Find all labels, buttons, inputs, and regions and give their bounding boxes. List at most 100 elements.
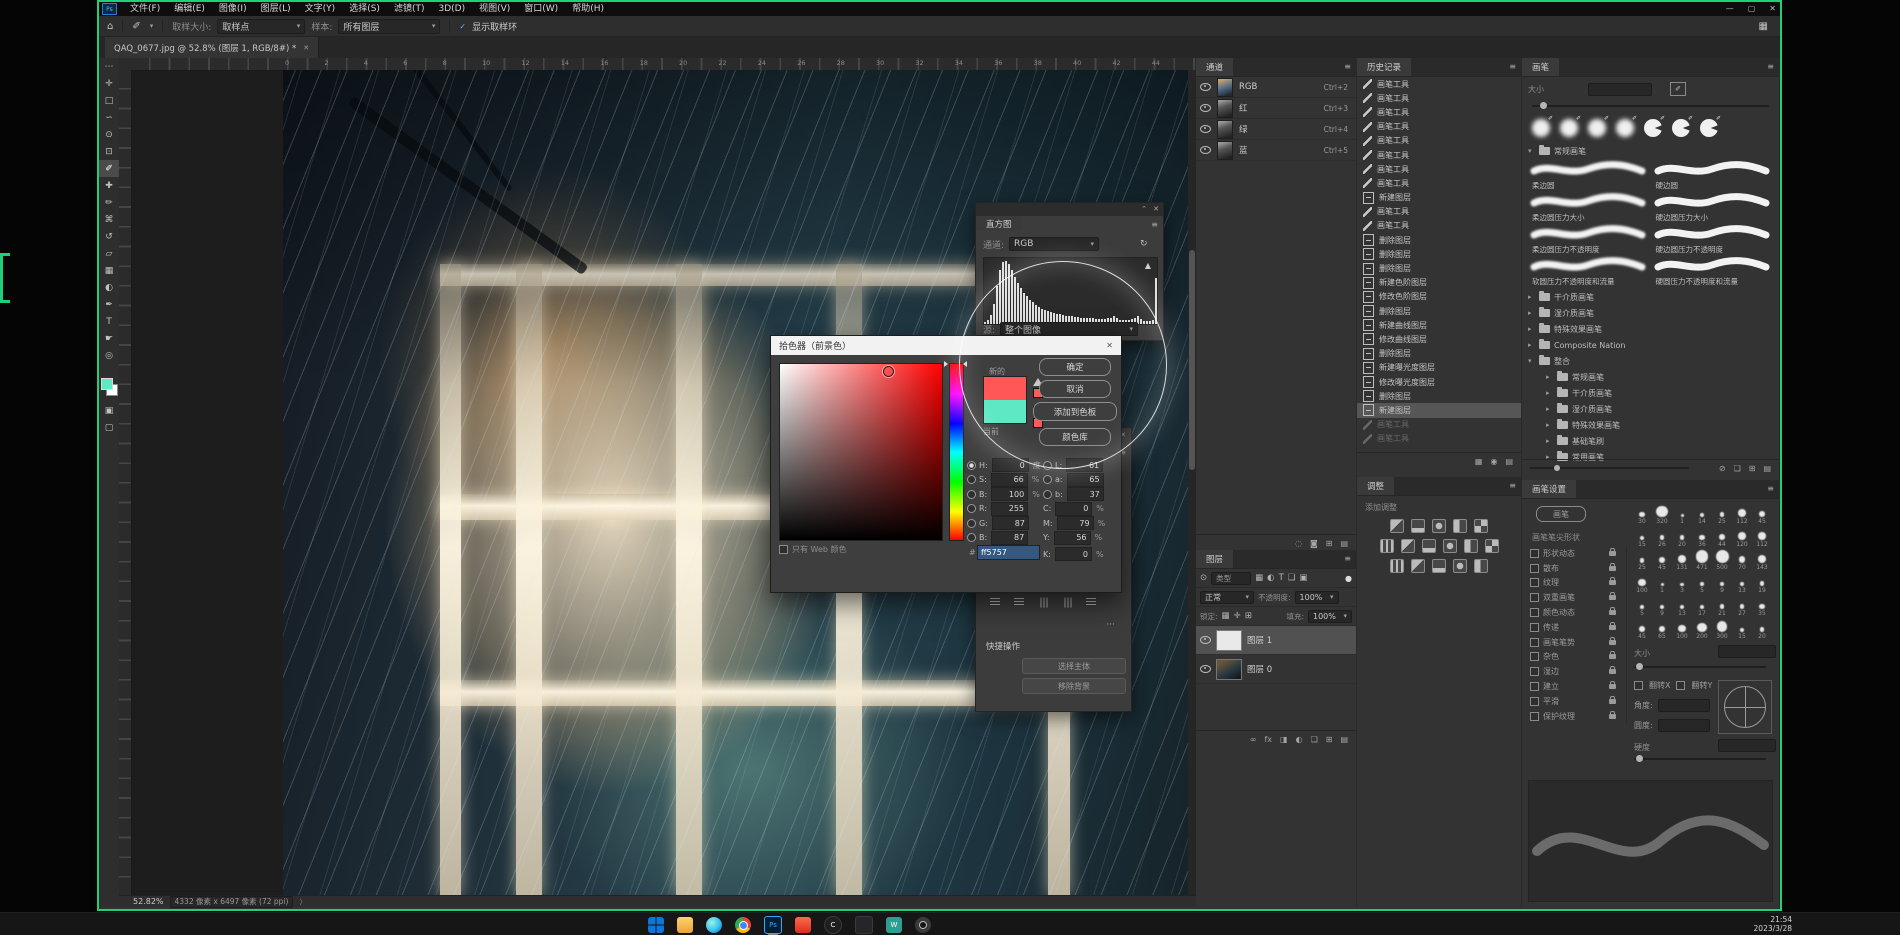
menu-item[interactable]: 编辑(E) bbox=[167, 2, 212, 16]
option-checkbox[interactable] bbox=[1530, 682, 1539, 691]
history-entry[interactable]: 新建色阶图层 bbox=[1357, 276, 1521, 290]
lock-icon[interactable]: ✛ bbox=[1234, 611, 1241, 621]
brush-setting-option[interactable]: 杂色 bbox=[1522, 650, 1626, 665]
color-swatches[interactable] bbox=[101, 378, 117, 396]
histogram-source-select[interactable]: 整个图像▾ bbox=[1000, 322, 1138, 336]
brush-tip-cell[interactable]: 36 bbox=[1692, 525, 1712, 548]
threshold-icon[interactable] bbox=[1432, 559, 1446, 573]
options-extra-icon[interactable]: ▦ bbox=[1759, 21, 1768, 32]
brush-size-slider[interactable] bbox=[1532, 105, 1769, 107]
layer-row[interactable]: 图层 1 bbox=[1196, 626, 1356, 655]
brush-tip-cell[interactable]: 45 bbox=[1632, 617, 1652, 640]
quick-mask-icon[interactable]: ▣ bbox=[99, 402, 119, 419]
option-checkbox[interactable] bbox=[1530, 593, 1539, 602]
brush-tip-cell[interactable]: 44 bbox=[1712, 525, 1732, 548]
brush-folder[interactable]: ▾常规画笔 bbox=[1522, 143, 1779, 159]
field-value[interactable]: 61 bbox=[1066, 458, 1103, 472]
brush-tip-cell[interactable]: 500 bbox=[1712, 548, 1732, 571]
history-entry[interactable]: 画笔工具 bbox=[1357, 219, 1521, 233]
radio-icon[interactable] bbox=[1043, 461, 1052, 470]
option-checkbox[interactable] bbox=[1530, 697, 1539, 706]
clone-stamp-tool-icon[interactable]: ⌘ bbox=[99, 211, 119, 228]
brush-tip-cell[interactable]: 27 bbox=[1732, 594, 1752, 617]
visibility-eye-icon[interactable] bbox=[1200, 104, 1211, 112]
layer-filter-icon[interactable]: ◐ bbox=[1267, 573, 1274, 583]
close-icon[interactable]: ✕ bbox=[1769, 2, 1776, 15]
history-entry[interactable]: 删除图层 bbox=[1357, 304, 1521, 318]
maximize-icon[interactable]: ▢ bbox=[1748, 2, 1756, 15]
brush-folder[interactable]: ▸干介质画笔 bbox=[1522, 289, 1779, 305]
option-checkbox[interactable] bbox=[1530, 638, 1539, 647]
brush-tip-cell[interactable]: 20 bbox=[1752, 617, 1772, 640]
radio-icon[interactable] bbox=[967, 461, 976, 470]
ok-button[interactable]: 确定 bbox=[1039, 358, 1111, 376]
tab-history[interactable]: 历史记录 bbox=[1357, 58, 1411, 76]
brush-folder[interactable]: ▸湿介质画笔 bbox=[1522, 401, 1779, 417]
field-value[interactable]: 79 bbox=[1057, 516, 1094, 530]
distribute-icon[interactable] bbox=[1063, 598, 1072, 608]
chevron-icon[interactable]: ▸ bbox=[1528, 293, 1535, 301]
opacity-value[interactable]: 100%▾ bbox=[1295, 591, 1339, 604]
brush-preset[interactable]: 软圆压力不透明度和流量 bbox=[1530, 257, 1648, 287]
home-icon[interactable]: ⌂ bbox=[107, 21, 113, 32]
foreground-color-swatch[interactable] bbox=[101, 378, 113, 390]
color-field-cursor[interactable] bbox=[883, 366, 894, 377]
lock-icon[interactable] bbox=[1609, 610, 1616, 615]
brush-tip-cell[interactable]: 112 bbox=[1752, 525, 1772, 548]
eraser-tool-icon[interactable]: ▱ bbox=[99, 245, 119, 262]
recent-brush-tip[interactable]: ✐ bbox=[1530, 117, 1552, 139]
visibility-eye-icon[interactable] bbox=[1200, 125, 1211, 133]
tab-close-icon[interactable]: ✕ bbox=[303, 44, 309, 52]
field-value[interactable]: 100 bbox=[991, 487, 1028, 501]
menu-item[interactable]: 窗口(W) bbox=[517, 2, 565, 16]
field-value[interactable]: 66 bbox=[991, 473, 1028, 487]
dodge-tool-icon[interactable]: ◐ bbox=[99, 279, 119, 296]
brush-setting-option[interactable]: 双重画笔 bbox=[1522, 590, 1626, 605]
brush-panel-button[interactable]: 画笔 bbox=[1536, 506, 1586, 522]
layers-action-icon[interactable]: ◐ bbox=[1296, 735, 1303, 744]
history-entry[interactable]: 画笔工具 bbox=[1357, 432, 1521, 446]
chevron-icon[interactable]: ▸ bbox=[1546, 405, 1553, 413]
brush-tip-cell[interactable]: 13 bbox=[1672, 594, 1692, 617]
brush-preset[interactable]: 硬边圆压力不透明度 bbox=[1654, 225, 1772, 255]
tab-brush-settings[interactable]: 画笔设置 bbox=[1522, 480, 1576, 498]
marquee-tool-icon[interactable]: □ bbox=[99, 92, 119, 109]
crop-tool-icon[interactable]: ⊡ bbox=[99, 143, 119, 160]
brush-tip-cell[interactable]: 9 bbox=[1712, 571, 1732, 594]
curves-icon[interactable] bbox=[1432, 519, 1446, 533]
menu-item[interactable]: 视图(V) bbox=[472, 2, 517, 16]
histogram-titlebar[interactable]: ⌃ ✕ bbox=[976, 203, 1163, 216]
chevron-icon[interactable]: ▸ bbox=[1528, 325, 1535, 333]
visibility-eye-icon[interactable] bbox=[1200, 665, 1211, 673]
brush-tip-cell[interactable]: 5 bbox=[1632, 594, 1652, 617]
history-entry[interactable]: 修改色阶图层 bbox=[1357, 290, 1521, 304]
option-checkbox[interactable] bbox=[1530, 652, 1539, 661]
color-libraries-button[interactable]: 颜色库 bbox=[1039, 428, 1111, 446]
history-entry[interactable]: 删除图层 bbox=[1357, 389, 1521, 403]
brush-tip-cell[interactable]: 20 bbox=[1672, 525, 1692, 548]
history-action-icon[interactable]: ▦ bbox=[1475, 457, 1483, 466]
file-explorer-icon[interactable] bbox=[677, 917, 693, 933]
history-entry[interactable]: 新建曲线图层 bbox=[1357, 318, 1521, 332]
brush-tip-cell[interactable]: 112 bbox=[1732, 502, 1752, 525]
brush-tip-cell[interactable]: 45 bbox=[1752, 502, 1772, 525]
color-lookup-icon[interactable] bbox=[1485, 539, 1499, 553]
brush-setting-option[interactable]: 平滑 bbox=[1522, 694, 1626, 709]
eyedropper-tool-icon[interactable]: ✐ bbox=[99, 160, 119, 177]
refresh-icon[interactable]: ↻ bbox=[1140, 239, 1148, 249]
brush-tip-cell[interactable]: 3 bbox=[1672, 571, 1692, 594]
lasso-tool-icon[interactable]: ∽ bbox=[99, 109, 119, 126]
recent-brush-tip[interactable]: ✐ bbox=[1614, 117, 1636, 139]
brush-tool-icon[interactable]: ✏ bbox=[99, 194, 119, 211]
edge-icon[interactable] bbox=[706, 917, 722, 933]
lock-icon[interactable] bbox=[1609, 580, 1616, 585]
hex-input[interactable]: ff5757 bbox=[977, 545, 1040, 560]
toolbar-menu-icon[interactable]: ⋯ bbox=[99, 58, 119, 75]
brushes-action-icon[interactable]: ▤ bbox=[1763, 464, 1771, 473]
web-only-checkbox[interactable] bbox=[779, 545, 788, 554]
hue-saturation-icon[interactable] bbox=[1380, 539, 1394, 553]
brush-tip-cell[interactable]: 300 bbox=[1712, 617, 1732, 640]
brush-tip-cell[interactable]: 120 bbox=[1732, 525, 1752, 548]
radio-icon[interactable] bbox=[1043, 475, 1052, 484]
brush-setting-option[interactable]: 散布 bbox=[1522, 561, 1626, 576]
